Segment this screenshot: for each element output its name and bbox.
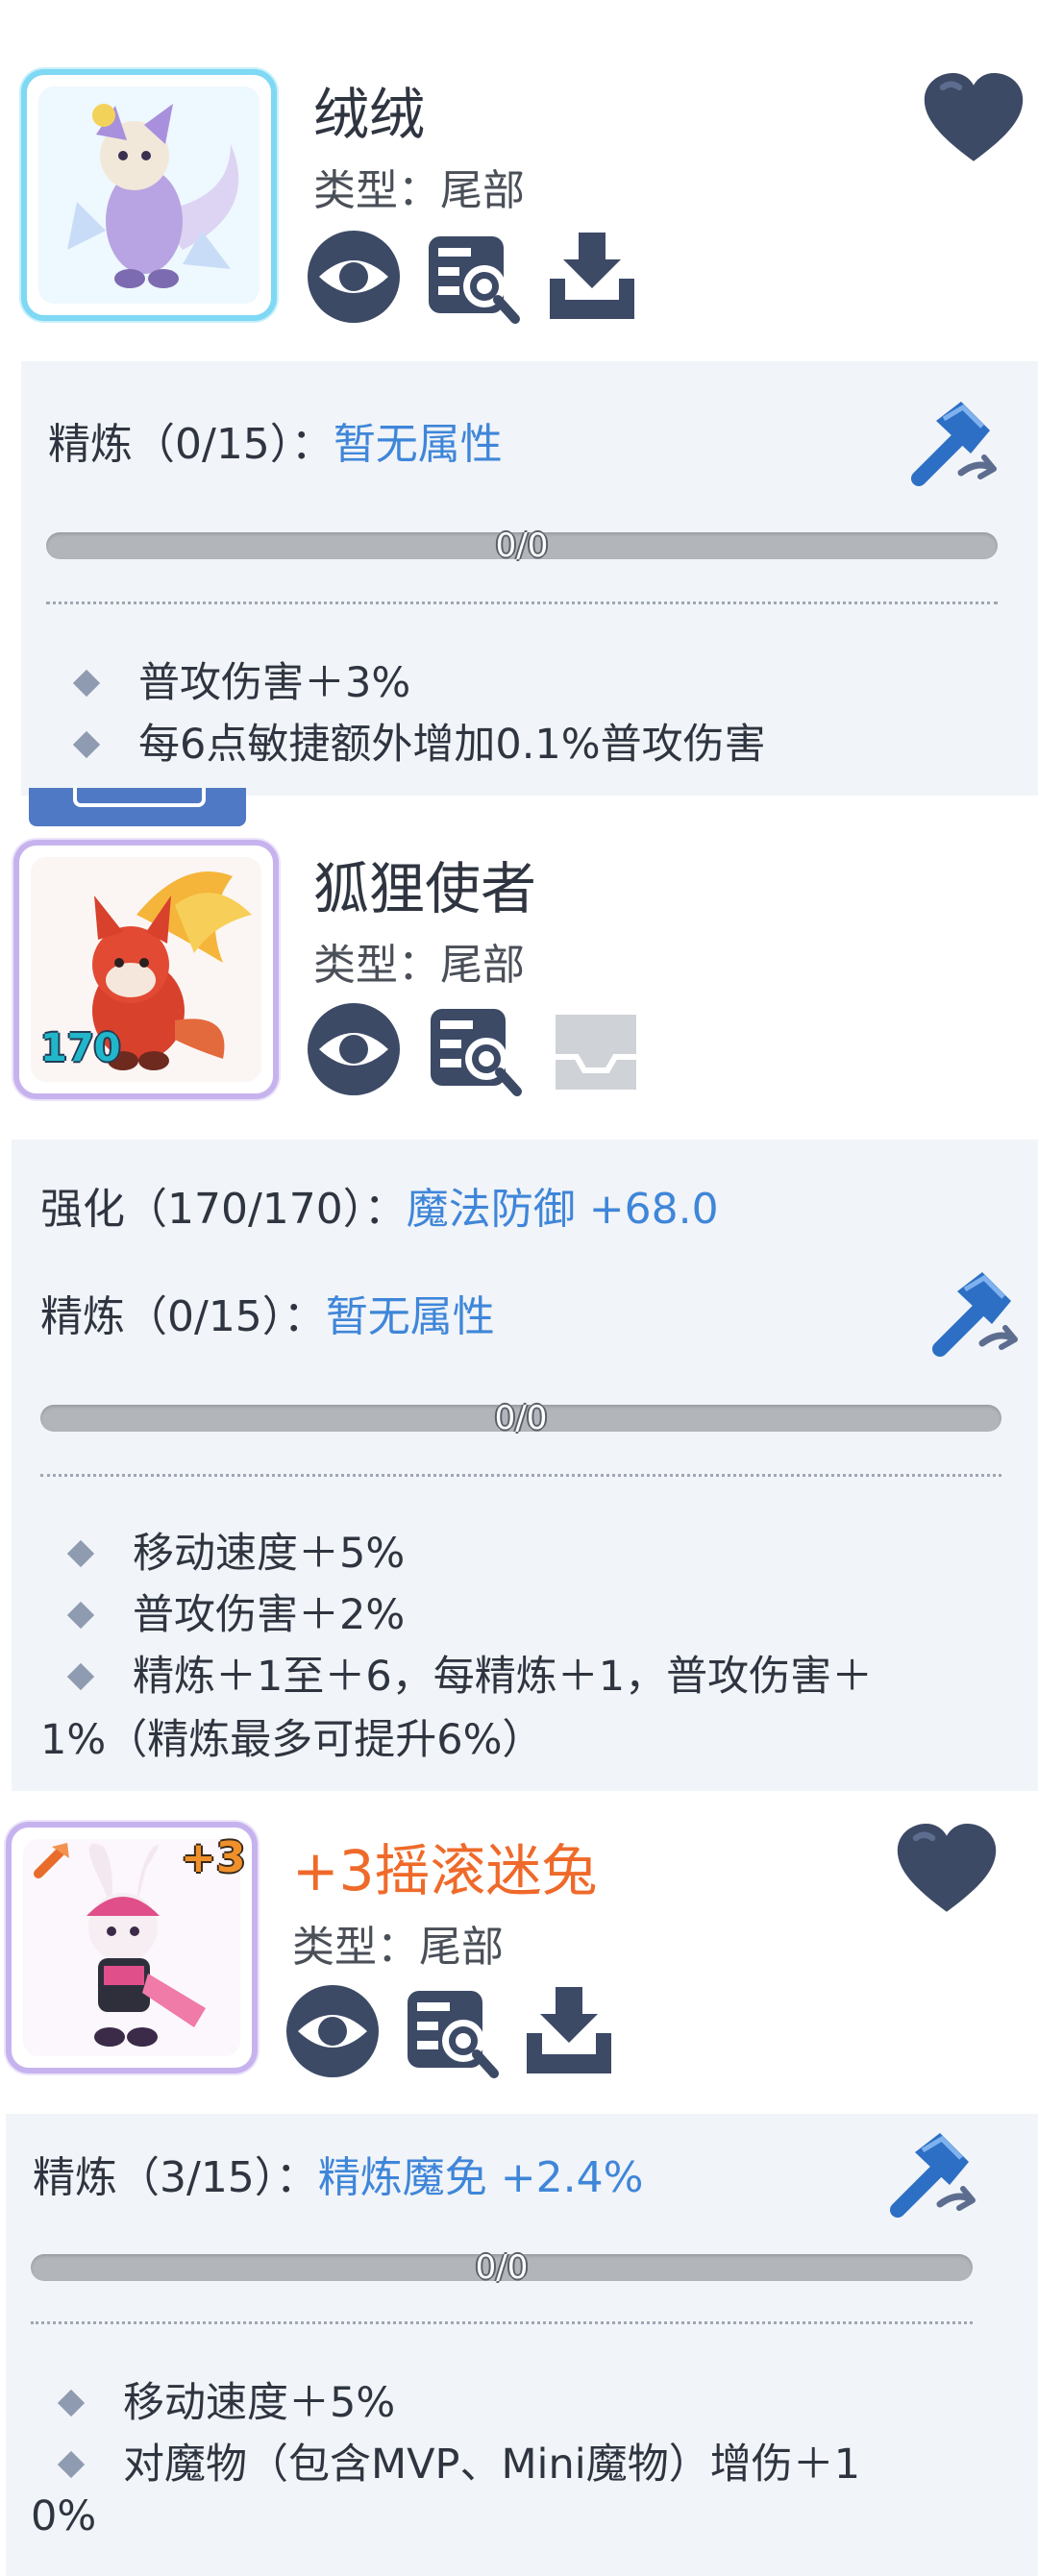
refine-label: 精炼（0/15）： xyxy=(40,1292,326,1341)
refine-hammer-icon[interactable] xyxy=(880,2129,976,2225)
refine-hammer-icon[interactable] xyxy=(923,1268,1019,1364)
effect-line: 移动速度＋5% xyxy=(56,1520,405,1580)
progress-bar: 0/0 xyxy=(31,2248,973,2287)
inspect-icon[interactable] xyxy=(402,1983,502,2079)
item-type: 类型：尾部 xyxy=(313,941,525,990)
download-icon[interactable] xyxy=(519,1983,619,2079)
inspect-icon[interactable] xyxy=(423,229,523,325)
item-type: 类型：尾部 xyxy=(313,166,525,215)
progress-bar: 0/0 xyxy=(40,1399,1001,1437)
download-disabled-icon xyxy=(546,1001,646,1097)
eye-icon[interactable] xyxy=(304,1001,404,1097)
item-avatar[interactable]: 170 xyxy=(13,840,279,1099)
refine-hammer-icon[interactable] xyxy=(902,398,998,494)
enhance-row: 强化（170/170）：魔法防御 +68.0 xyxy=(40,1174,719,1236)
refine-label: 精炼（0/15）： xyxy=(48,420,334,469)
progress-bar: 0/0 xyxy=(46,527,998,565)
equipped-tag xyxy=(29,788,246,826)
item-name: 狐狸使者 xyxy=(313,856,537,921)
refine-row: 精炼（0/15）：暂无属性 xyxy=(48,409,503,471)
divider xyxy=(40,1474,1001,1477)
item-stats-panel: 强化（170/170）：魔法防御 +68.0 精炼（0/15）：暂无属性 0/0… xyxy=(12,1140,1038,1791)
effect-line: 移动速度＋5% xyxy=(46,2369,395,2429)
enhance-level-badge: 170 xyxy=(40,1026,121,1070)
refine-value: 精炼魔免 +2.4% xyxy=(317,2153,644,2202)
progress-text: 0/0 xyxy=(475,2248,529,2287)
effect-line-wrap: 0% xyxy=(31,2492,97,2540)
refine-row: 精炼（0/15）：暂无属性 xyxy=(40,1282,495,1343)
enhance-label: 强化（170/170）： xyxy=(40,1185,407,1234)
refine-row: 精炼（3/15）：精炼魔免 +2.4% xyxy=(33,2143,643,2204)
item-stats-panel: 精炼（0/15）：暂无属性 0/0 普攻伤害＋3% 每6点敏捷额外增加0.1%普… xyxy=(21,361,1038,796)
fluffy-creature-image xyxy=(38,86,260,304)
eye-icon[interactable] xyxy=(304,229,404,325)
item-name: 绒绒 xyxy=(313,82,426,147)
eye-icon[interactable] xyxy=(283,1983,383,2079)
effect-line: 对魔物（包含MVP、Mini魔物）增伤＋1 xyxy=(46,2431,860,2490)
item-avatar[interactable] xyxy=(21,69,277,321)
heart-icon[interactable] xyxy=(894,1824,1000,1916)
refine-label: 精炼（3/15）： xyxy=(33,2153,318,2202)
refine-value: 暂无属性 xyxy=(333,420,503,469)
effect-line: 普攻伤害＋3% xyxy=(62,650,410,709)
progress-text: 0/0 xyxy=(494,1399,548,1437)
divider xyxy=(46,601,998,604)
effect-line: 精炼＋1至＋6，每精炼＋1，普攻伤害＋ xyxy=(56,1643,873,1703)
item-name: +3摇滚迷兔 xyxy=(292,1838,598,1903)
refine-value: 暂无属性 xyxy=(325,1292,495,1341)
progress-text: 0/0 xyxy=(495,527,549,565)
inspect-icon[interactable] xyxy=(425,1001,525,1097)
heart-icon[interactable] xyxy=(921,73,1026,165)
enhance-value: 魔法防御 +68.0 xyxy=(406,1185,719,1234)
item-type: 类型：尾部 xyxy=(292,1923,504,1972)
effect-line: 普攻伤害＋2% xyxy=(56,1582,405,1641)
item-stats-panel: 精炼（3/15）：精炼魔免 +2.4% 0/0 移动速度＋5% 对魔物（包含MV… xyxy=(6,2114,1038,2576)
effect-line-wrap: 1%（精炼最多可提升6%） xyxy=(40,1716,544,1764)
item-avatar[interactable]: +3 xyxy=(6,1822,258,2073)
refine-plus-badge: +3 xyxy=(181,1833,246,1882)
divider xyxy=(31,2321,973,2324)
effect-line: 每6点敏捷额外增加0.1%普攻伤害 xyxy=(62,711,766,771)
download-icon[interactable] xyxy=(542,229,642,325)
